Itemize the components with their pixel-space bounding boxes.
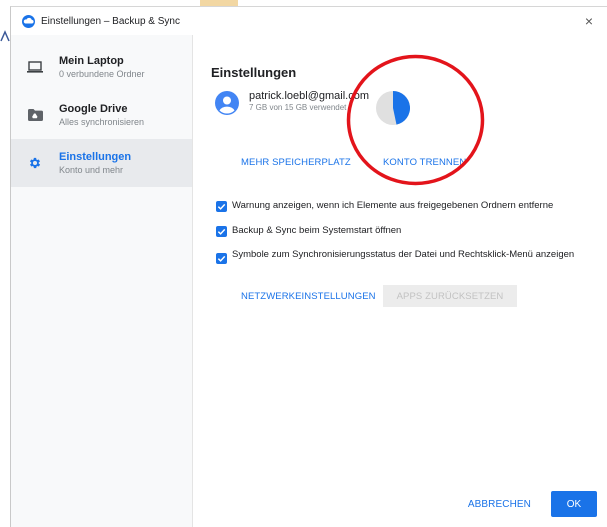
sidebar-item-subtitle: Alles synchronisieren (59, 116, 145, 127)
checkbox-checked-icon[interactable] (216, 253, 227, 264)
checkbox-label: Backup & Sync beim Systemstart öffnen (232, 225, 402, 236)
checkbox-row-sync-icons[interactable]: Symbole zum Synchronisierungsstatus der … (216, 250, 586, 269)
red-annotation-circle (346, 54, 485, 186)
sidebar-item-mein-laptop[interactable]: Mein Laptop 0 verbundene Ordner (11, 43, 192, 91)
avatar (215, 91, 239, 115)
checkbox-row-autostart[interactable]: Backup & Sync beim Systemstart öffnen (216, 225, 586, 237)
checkbox-checked-icon[interactable] (216, 201, 227, 212)
checkbox-label: Warnung anzeigen, wenn ich Elemente aus … (232, 200, 554, 211)
storage-usage-text: 7 GB von 15 GB verwendet (249, 103, 347, 112)
cancel-button[interactable]: ABBRECHEN (468, 499, 531, 510)
background-window-mark (0, 30, 10, 42)
sidebar-item-einstellungen[interactable]: Einstellungen Konto und mehr (11, 139, 192, 187)
sidebar-item-subtitle: 0 verbundene Ordner (59, 68, 145, 79)
settings-window: Einstellungen – Backup & Sync × Mein Lap… (10, 6, 607, 527)
drive-folder-icon (27, 107, 43, 123)
checkbox-label: Symbole zum Synchronisierungsstatus der … (232, 250, 575, 260)
sidebar-item-title: Mein Laptop (59, 54, 124, 67)
network-settings-button[interactable]: NETZWERKEINSTELLUNGEN (241, 291, 376, 302)
checkbox-row-warning[interactable]: Warnung anzeigen, wenn ich Elemente aus … (216, 200, 586, 212)
close-button[interactable]: × (581, 13, 597, 29)
sidebar-item-subtitle: Konto und mehr (59, 164, 124, 175)
ok-button[interactable]: OK (551, 491, 597, 517)
checkbox-checked-icon[interactable] (216, 226, 227, 237)
close-icon: × (584, 13, 594, 29)
window-title: Einstellungen – Backup & Sync (41, 15, 180, 27)
laptop-icon (27, 59, 43, 75)
sidebar: Mein Laptop 0 verbundene Ordner Google D… (11, 35, 193, 527)
gear-icon (27, 155, 43, 171)
backup-sync-app-icon (21, 14, 35, 28)
more-storage-button[interactable]: MEHR SPEICHERPLATZ (241, 157, 351, 168)
sidebar-item-google-drive[interactable]: Google Drive Alles synchronisieren (11, 91, 192, 139)
sidebar-item-title: Google Drive (59, 102, 128, 115)
reset-apps-button[interactable]: APPS ZURÜCKSETZEN (383, 285, 517, 307)
sidebar-item-title: Einstellungen (59, 150, 132, 163)
title-bar: Einstellungen – Backup & Sync × (11, 7, 607, 35)
page-title: Einstellungen (211, 65, 297, 80)
